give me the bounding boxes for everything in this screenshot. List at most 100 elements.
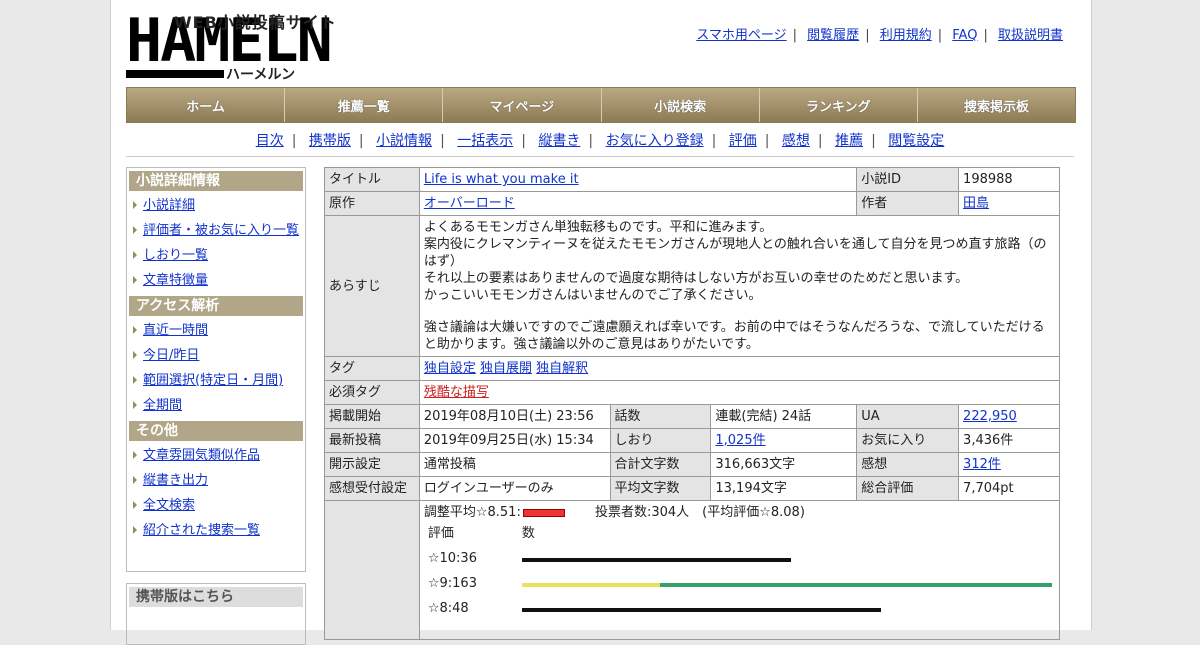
sidebar-heading-details: 小説詳細情報 [129, 171, 303, 191]
rating-label: ☆9:163 [427, 576, 477, 591]
sidebar-link[interactable]: しおり一覧 [143, 248, 208, 263]
top-link-history[interactable]: 閲覧履歴 [807, 28, 859, 43]
title-cell: Life is what you make it [418, 167, 858, 192]
tag-link[interactable]: 独自展開 [480, 361, 532, 376]
tags-label: タグ [324, 356, 420, 381]
table-row: 必須タグ 残酷な描写 [324, 380, 1061, 405]
synopsis-label: あらすじ [324, 215, 420, 357]
bookmark-link[interactable]: 1,025件 [715, 433, 765, 448]
original-label: 原作 [324, 191, 420, 216]
sidebar-item[interactable]: 小説詳細 [127, 193, 305, 218]
subnav-mobile[interactable]: 携帯版 [309, 133, 351, 149]
ua-link[interactable]: 222,950 [963, 409, 1017, 424]
top-link-manual[interactable]: 取扱説明書 [998, 28, 1063, 43]
rating-label-cell [324, 500, 420, 640]
stat-cell: 222,950 [958, 404, 1060, 429]
subnav-info[interactable]: 小説情報 [376, 133, 432, 149]
logo-bar [126, 70, 224, 78]
original-link[interactable]: オーバーロード [424, 196, 515, 211]
page: HAMELN WEB小説投稿サイト ハーメルン スマホ用ページ | 閲覧履歴 | 利… [110, 0, 1092, 645]
stat-value: 13,194文字 [710, 476, 858, 501]
nav-home[interactable]: ホーム [127, 88, 286, 122]
top-link-smartphone[interactable]: スマホ用ページ [696, 28, 786, 43]
sidebar-link[interactable]: 今日/昨日 [143, 348, 199, 363]
table-row: 原作 オーバーロード 作者 田島 [324, 191, 1060, 216]
synopsis-line: 案内役にクレマンティーヌを従えたモモンガさんが現地人との触れ合いを通して自分を見… [423, 237, 1047, 269]
hameln-logo[interactable]: HAMELN WEB小説投稿サイト ハーメルン [126, 10, 348, 83]
sidebar-item[interactable]: 紹介された捜索一覧 [127, 518, 305, 543]
author-label: 作者 [856, 191, 960, 216]
novel-info-table: タイトル Life is what you make it 小説ID 19898… [324, 167, 1061, 640]
table-row: 感想受付設定 ログインユーザーのみ 平均文字数 13,194文字 総合評価 7,… [324, 476, 1060, 501]
synopsis-line: かっこいいモモンガさんはいませんのでご了承ください。 [423, 288, 762, 303]
subnav-all[interactable]: 一括表示 [457, 133, 513, 149]
tag-link[interactable]: 独自解釈 [536, 361, 588, 376]
top-link-faq[interactable]: FAQ [952, 28, 977, 43]
sidebar-item[interactable]: 範囲選択(特定日・月間) [127, 368, 305, 393]
sidebar-item[interactable]: 縦書き出力 [127, 468, 305, 493]
subnav-rate[interactable]: 評価 [729, 133, 757, 149]
stat-label: 掲載開始 [324, 404, 420, 429]
rating-bar-fill-yellow [521, 583, 660, 587]
title-link[interactable]: Life is what you make it [424, 172, 579, 187]
nav-ranking[interactable]: ランキング [759, 88, 918, 122]
subnav-toc[interactable]: 目次 [256, 133, 284, 149]
rating-distribution: 評価 数 ☆10:36 ☆9:163 ☆8:48 [424, 521, 1055, 636]
sidebar-link[interactable]: 全期間 [143, 398, 182, 413]
required-tag-link[interactable]: 残酷な描写 [424, 385, 489, 400]
rating-row: ☆9:163 [424, 575, 1064, 595]
sidebar-item[interactable]: 今日/昨日 [127, 343, 305, 368]
table-row: タグ 独自設定 独自展開 独自解釈 [324, 356, 1061, 381]
synopsis-spacer [424, 304, 1055, 319]
sidebar-link[interactable]: 文章雰囲気類似作品 [143, 448, 260, 463]
sidebar-item[interactable]: 文章特徴量 [127, 268, 305, 293]
sidebar-item[interactable]: 全期間 [127, 393, 305, 418]
stat-label: お気に入り [856, 428, 960, 453]
nav-search[interactable]: 小説検索 [601, 88, 760, 122]
sidebar-heading-other: その他 [129, 421, 303, 441]
nav-recommend[interactable]: 推薦一覧 [285, 88, 444, 122]
subnav-recommend[interactable]: 推薦 [835, 133, 863, 149]
sidebar-link[interactable]: 縦書き出力 [143, 473, 208, 488]
sidebar-link[interactable]: 範囲選択(特定日・月間) [143, 373, 283, 388]
sidebar-item[interactable]: 全文検索 [127, 493, 305, 518]
novel-id-value: 198988 [958, 167, 1060, 192]
subnav-favorite[interactable]: お気に入り登録 [606, 133, 704, 149]
sidebar-link[interactable]: 紹介された捜索一覧 [143, 523, 260, 538]
review-count-link[interactable]: 312件 [963, 457, 1001, 472]
subnav-vertical[interactable]: 縦書き [538, 133, 580, 149]
sidebar-link[interactable]: 全文検索 [143, 498, 195, 513]
table-row: 掲載開始 2019年08月10日(土) 23:56 話数 連載(完結) 24話 … [324, 404, 1060, 429]
required-tags-cell: 残酷な描写 [418, 380, 1061, 405]
divider [126, 156, 1074, 157]
subnav-settings[interactable]: 閲覧設定 [888, 133, 944, 149]
rating-label: ☆10:36 [427, 551, 477, 566]
stat-label: UA [856, 404, 960, 429]
tag-link[interactable]: 独自設定 [424, 361, 476, 376]
sidebar-link[interactable]: 文章特徴量 [143, 273, 208, 288]
sidebar-item[interactable]: 直近一時間 [127, 318, 305, 343]
author-link[interactable]: 田島 [963, 196, 989, 211]
required-tags-label: 必須タグ [324, 380, 420, 405]
table-row: 開示設定 通常投稿 合計文字数 316,663文字 感想 312件 [324, 452, 1060, 477]
sidebar-link[interactable]: 小説詳細 [143, 198, 195, 213]
sidebar-link[interactable]: 評価者・被お気に入り一覧 [143, 223, 299, 238]
stat-cell: 1,025件 [710, 428, 858, 453]
rating-row: ☆10:36 [424, 550, 1064, 570]
top-link-terms[interactable]: 利用規約 [880, 28, 932, 43]
table-row: 調整平均☆8.51: 投票者数:304人 (平均評価☆8.08) 評価 数 ☆1… [324, 500, 1061, 640]
nav-board[interactable]: 捜索掲示板 [917, 88, 1076, 122]
rating-head-right: 数 [521, 526, 535, 541]
subnav-review[interactable]: 感想 [782, 133, 810, 149]
stat-value: 通常投稿 [418, 452, 611, 477]
sidebar-link[interactable]: 直近一時間 [143, 323, 208, 338]
tags-cell: 独自設定 独自展開 独自解釈 [418, 356, 1061, 381]
top-links: スマホ用ページ | 閲覧履歴 | 利用規約 | FAQ | 取扱説明書 [696, 28, 1063, 43]
stat-label: 平均文字数 [609, 476, 712, 501]
sidebar-item[interactable]: 評価者・被お気に入り一覧 [127, 218, 305, 243]
sidebar-item[interactable]: 文章雰囲気類似作品 [127, 443, 305, 468]
sidebar-item[interactable]: しおり一覧 [127, 243, 305, 268]
nav-mypage[interactable]: マイページ [443, 88, 602, 122]
stat-label: 最新投稿 [324, 428, 420, 453]
synopsis-line: 強さ議論は大嫌いですのでご遠慮願えれば幸いです。お前の中ではそうなんだろうな、で… [423, 320, 1045, 352]
